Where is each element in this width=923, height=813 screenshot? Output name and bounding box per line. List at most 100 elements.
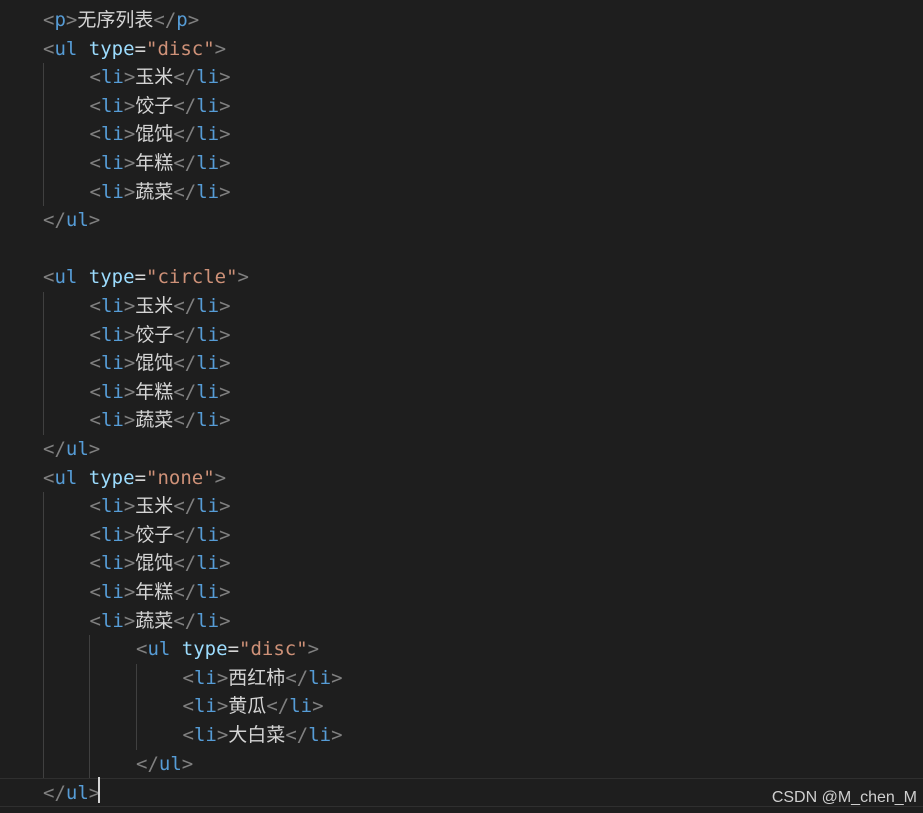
token-bracket: > xyxy=(219,323,231,346)
token-bracket: </ xyxy=(173,409,197,432)
token-tag: ul xyxy=(54,37,78,60)
token-tag: li xyxy=(100,380,124,403)
token-tag: li xyxy=(289,695,313,718)
line-content: <li>玉米</li> xyxy=(90,63,231,92)
token-bracket: </ xyxy=(173,94,197,117)
token-tag: li xyxy=(308,724,332,746)
token-tag: li xyxy=(100,552,124,575)
code-line[interactable]: <li>饺子</li> xyxy=(0,321,923,350)
token-text: 蔬菜 xyxy=(135,609,174,632)
text-cursor xyxy=(98,777,100,803)
token-bracket: > xyxy=(216,666,229,689)
token-tag: ul xyxy=(54,266,78,289)
code-line[interactable]: <li>年糕</li> xyxy=(0,578,923,607)
code-line[interactable]: <li>年糕</li> xyxy=(0,149,923,178)
code-line[interactable] xyxy=(0,235,923,264)
token-tag: li xyxy=(193,695,217,718)
code-line[interactable]: <li>黄瓜</li> xyxy=(0,692,923,721)
token-bracket: > xyxy=(123,581,136,603)
token-bracket: > xyxy=(123,66,136,89)
token-bracket: > xyxy=(181,752,194,775)
line-content: <li>黄瓜</li> xyxy=(183,692,324,721)
token-bracket: > xyxy=(123,552,136,575)
token-tag: ul xyxy=(54,466,78,489)
token-bracket: > xyxy=(219,409,231,432)
token-bracket: > xyxy=(65,9,78,31)
token-bracket: </ xyxy=(153,9,177,31)
code-line[interactable]: <ul type="none"> xyxy=(0,464,923,493)
token-attr: type xyxy=(88,37,135,60)
code-line[interactable]: <li>饺子</li> xyxy=(0,92,923,121)
token-bracket: < xyxy=(89,94,101,117)
token-bracket: > xyxy=(219,123,231,146)
token-string: "disc" xyxy=(239,638,308,661)
code-line[interactable]: <ul type="circle"> xyxy=(0,263,923,292)
token-bracket: < xyxy=(89,581,101,603)
code-line[interactable]: <li>玉米</li> xyxy=(0,292,923,321)
code-line[interactable]: <li>玉米</li> xyxy=(0,63,923,92)
token-bracket: </ xyxy=(173,66,197,89)
token-bracket: </ xyxy=(173,295,197,317)
code-line[interactable]: </ul> xyxy=(0,206,923,235)
token-bracket: </ xyxy=(285,666,309,689)
code-line[interactable]: <li>年糕</li> xyxy=(0,378,923,407)
token-tag: li xyxy=(196,409,220,432)
token-bracket: > xyxy=(219,94,231,117)
token-bracket: < xyxy=(89,123,101,146)
code-line[interactable]: <li>大白菜</li> xyxy=(0,721,923,750)
token-text: 馄饨 xyxy=(135,552,174,575)
token-tag: li xyxy=(196,352,220,375)
token-bracket: > xyxy=(123,123,136,146)
code-line[interactable]: <li>馄饨</li> xyxy=(0,549,923,578)
token-text: 年糕 xyxy=(135,581,174,603)
line-content: <li>玉米</li> xyxy=(90,292,231,321)
token-tag: li xyxy=(308,666,332,689)
token-text: 馄饨 xyxy=(135,123,174,146)
token-bracket: > xyxy=(219,523,231,546)
line-content: <li>年糕</li> xyxy=(90,149,231,178)
code-line[interactable]: <ul type="disc"> xyxy=(0,35,923,64)
token-text: 玉米 xyxy=(135,66,174,89)
code-line[interactable]: <li>馄饨</li> xyxy=(0,120,923,149)
token-bracket: > xyxy=(123,180,136,203)
code-line[interactable]: <ul type="disc"> xyxy=(0,635,923,664)
token-tag: li xyxy=(196,523,220,546)
line-content: </ul> xyxy=(136,750,193,779)
code-line[interactable]: <li>蔬菜</li> xyxy=(0,406,923,435)
token-bracket: > xyxy=(219,180,231,203)
token-string: "circle" xyxy=(146,266,238,289)
token-text: 玉米 xyxy=(135,295,174,317)
code-line[interactable]: </ul> xyxy=(0,435,923,464)
token-text: 饺子 xyxy=(135,323,174,346)
code-line[interactable]: <li>蔬菜</li> xyxy=(0,607,923,636)
token-tag: p xyxy=(176,9,188,31)
token-bracket: < xyxy=(89,495,101,518)
code-line[interactable]: <li>馄饨</li> xyxy=(0,349,923,378)
token-text: 馄饨 xyxy=(135,352,174,375)
code-line[interactable]: <li>饺子</li> xyxy=(0,521,923,550)
token-text: 饺子 xyxy=(135,523,174,546)
token-eq: = xyxy=(134,37,147,60)
code-line[interactable]: <li>玉米</li> xyxy=(0,492,923,521)
token-bracket: > xyxy=(331,724,343,746)
token-bracket: </ xyxy=(136,752,159,775)
token-bracket: > xyxy=(123,495,136,518)
line-content: <ul type="circle"> xyxy=(43,263,249,292)
token-bracket: < xyxy=(89,352,101,375)
line-content: </ul> xyxy=(43,779,100,808)
token-bracket: </ xyxy=(173,152,197,174)
token-bracket: > xyxy=(219,352,231,375)
code-line[interactable]: <li>蔬菜</li> xyxy=(0,178,923,207)
token-text: 玉米 xyxy=(135,495,174,518)
token-tag: li xyxy=(100,123,124,146)
code-line[interactable]: <p>无序列表</p> xyxy=(0,6,923,35)
token-bracket: < xyxy=(182,724,194,746)
token-eq: = xyxy=(227,638,240,661)
line-content: </ul> xyxy=(43,435,100,464)
code-line[interactable]: </ul> xyxy=(0,750,923,779)
code-editor[interactable]: <p>无序列表</p> <ul type="disc"> <li>玉米</li> <l… xyxy=(0,0,923,813)
token-tag: li xyxy=(100,581,124,603)
code-line[interactable]: <li>西红柿</li> xyxy=(0,664,923,693)
